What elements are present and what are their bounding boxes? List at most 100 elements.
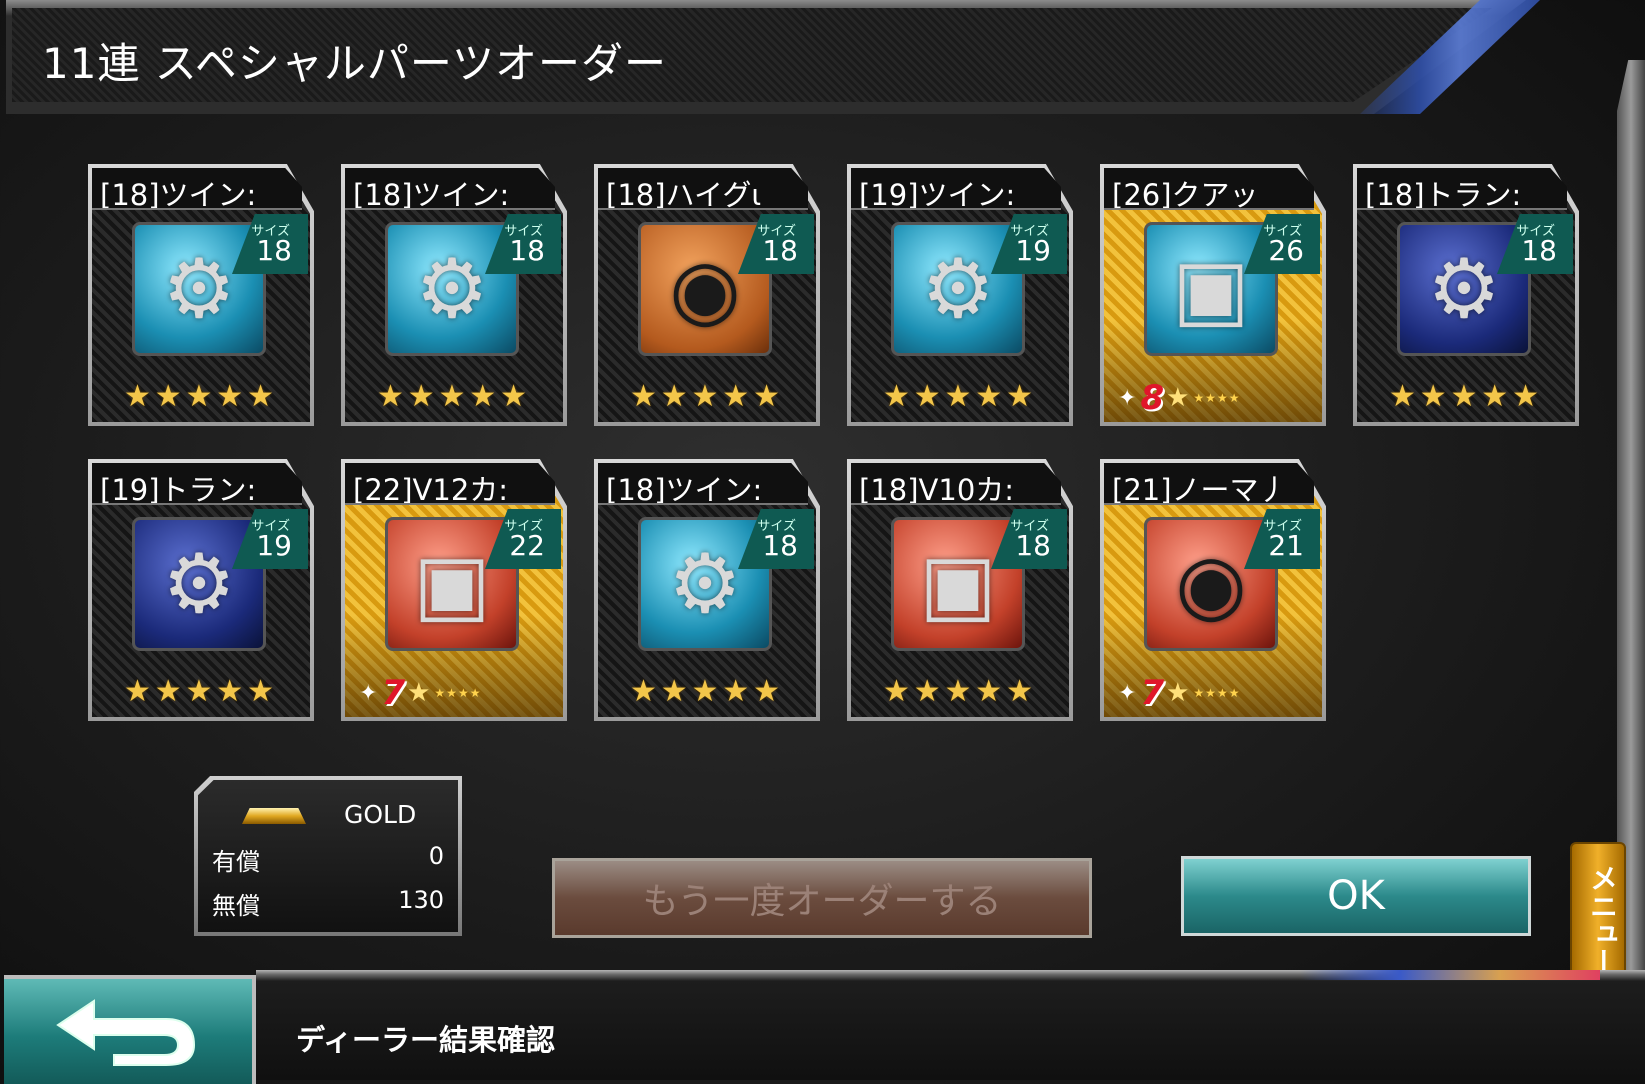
part-card[interactable]: [19]トラン: ⚙ サイズ 19 ★ ★ ★ ★ ★ (88, 459, 314, 721)
star-icon: ★ (124, 379, 151, 414)
part-name-bar: [18]ハイグι (598, 168, 808, 210)
sparkle-icon: ✦ (359, 680, 378, 706)
back-arrow-icon (56, 999, 196, 1066)
size-value: 18 (1521, 234, 1557, 267)
gold-title: GOLD (344, 800, 417, 829)
part-name: [18]V10カ: (859, 473, 1015, 505)
menu-label: メニュー (1586, 864, 1619, 976)
star-icon: ★ (913, 379, 941, 414)
star-icon: ★ (630, 379, 657, 414)
size-value: 18 (762, 234, 798, 267)
star-icon: ★ (883, 674, 910, 709)
star-icon: ★ (154, 674, 182, 709)
star-icon: ★ (247, 379, 274, 414)
gold-free-row: 無償 130 (212, 886, 444, 921)
part-name: [26]クアッ (1112, 178, 1259, 210)
star-icon: ★ (500, 379, 527, 414)
tire-icon-glyph: ◉ (669, 241, 741, 337)
star-icon: ★ (377, 379, 404, 414)
star-icon: ★ (1419, 379, 1447, 414)
part-name-bar: [21]ノーマ丿 (1104, 463, 1314, 505)
rarity-stars: ★ ★ ★ ★ ★ (630, 382, 780, 412)
ok-button[interactable]: OK (1181, 856, 1531, 936)
star-icon: ★ (1166, 678, 1190, 708)
part-card[interactable]: [18]ツイン: ⚙ サイズ 18 ★ ★ ★ ★ ★ (88, 164, 314, 426)
part-name-bar: [18]ツイン: (92, 168, 302, 210)
star-icon: ★ (944, 379, 972, 414)
rarity-stars: ★ ★ ★ ★ ★ (124, 677, 274, 707)
twin-turbo-icon-glyph: ⚙ (668, 536, 742, 632)
star-icon: ★ (913, 674, 941, 709)
part-name: [18]トラン: (1365, 178, 1522, 210)
part-name-bar: [18]ツイン: (598, 463, 808, 505)
size-value: 18 (1015, 529, 1051, 562)
rarity-stars: ★ ★ ★ ★ ★ (1389, 382, 1539, 412)
part-card[interactable]: [18]V10カ: ▣ サイズ 18 ★ ★ ★ ★ ★ (847, 459, 1073, 721)
part-name-bar: [18]ツイン: (345, 168, 555, 210)
part-name: [22]V12カ: (353, 473, 509, 505)
part-card[interactable]: [18]ハイグι ◉ サイズ 18 ★ ★ ★ ★ ★ (594, 164, 820, 426)
part-name-bar: [18]V10カ: (851, 463, 1061, 505)
star-icon: ★ (691, 379, 719, 414)
star-icon: ★ (1006, 674, 1033, 709)
part-card[interactable]: [18]ツイン: ⚙ サイズ 18 ★ ★ ★ ★ ★ (594, 459, 820, 721)
size-value: 26 (1268, 234, 1304, 267)
gold-paid-value: 0 (428, 842, 444, 870)
rarity-rank: ✦ 8 ★ ★★★★ (1118, 378, 1308, 418)
gold-bar-icon (242, 808, 306, 824)
star-icon: ★ (124, 674, 151, 709)
rarity-stars: ★ ★ ★ ★ ★ (124, 382, 274, 412)
part-name: [18]ツイン: (606, 473, 763, 505)
part-card[interactable]: [19]ツイン: ⚙ サイズ 19 ★ ★ ★ ★ ★ (847, 164, 1073, 426)
part-name: [19]トラン: (100, 473, 257, 505)
gold-paid-label: 有償 (212, 848, 260, 876)
star-icon: ★ (630, 674, 657, 709)
part-name: [18]ツイン: (353, 178, 510, 210)
size-value: 19 (256, 529, 292, 562)
rank-number: 7 (381, 673, 406, 713)
star-icon: ★ (216, 379, 244, 414)
part-card[interactable]: [18]ツイン: ⚙ サイズ 18 ★ ★ ★ ★ ★ (341, 164, 567, 426)
part-name: [18]ツイン: (100, 178, 257, 210)
twin-turbo-icon-glyph: ⚙ (415, 241, 489, 337)
mini-stars-icon: ★★★★ (434, 686, 482, 700)
engine-icon-glyph: ▣ (1172, 241, 1250, 337)
rarity-stars: ★ ★ ★ ★ ★ (883, 677, 1033, 707)
star-icon: ★ (469, 379, 497, 414)
star-icon: ★ (1006, 379, 1033, 414)
star-icon: ★ (753, 379, 780, 414)
star-icon: ★ (438, 379, 466, 414)
part-name-bar: [19]トラン: (92, 463, 302, 505)
part-name-bar: [18]トラン: (1357, 168, 1567, 210)
part-card[interactable]: [26]クアッ ▣ サイズ 26 ✦ 8 ★ ★★★★ (1100, 164, 1326, 426)
transmission-icon-glyph: ⚙ (162, 536, 236, 632)
star-icon: ★ (247, 674, 274, 709)
transmission-icon-glyph: ⚙ (1427, 241, 1501, 337)
star-icon: ★ (407, 379, 435, 414)
size-value: 21 (1268, 529, 1304, 562)
gold-free-label: 無償 (212, 892, 260, 920)
size-value: 18 (256, 234, 292, 267)
gold-balance-inner: GOLD 有償 0 無償 130 (198, 780, 458, 932)
part-card[interactable]: [18]トラン: ⚙ サイズ 18 ★ ★ ★ ★ ★ (1353, 164, 1579, 426)
star-icon: ★ (154, 379, 182, 414)
part-name-bar: [22]V12カ: (345, 463, 555, 505)
star-icon: ★ (1166, 383, 1190, 413)
star-icon: ★ (722, 379, 750, 414)
mini-stars-icon: ★★★★ (1193, 686, 1241, 700)
back-button[interactable] (4, 975, 256, 1084)
gold-balance-panel: GOLD 有償 0 無償 130 (194, 776, 462, 936)
sparkle-icon: ✦ (1118, 680, 1137, 706)
star-icon: ★ (216, 674, 244, 709)
rarity-stars: ★ ★ ★ ★ ★ (883, 382, 1033, 412)
part-card[interactable]: [22]V12カ: ▣ サイズ 22 ✦ 7 ★ ★★★★ (341, 459, 567, 721)
gold-paid-row: 有償 0 (212, 842, 444, 877)
star-icon: ★ (660, 674, 688, 709)
tire-icon-glyph: ◉ (1175, 536, 1247, 632)
screen-title: ディーラー結果確認 (296, 1023, 555, 1057)
size-value: 18 (509, 234, 545, 267)
part-card[interactable]: [21]ノーマ丿 ◉ サイズ 21 ✦ 7 ★ ★★★★ (1100, 459, 1326, 721)
star-icon: ★ (753, 674, 780, 709)
order-again-button[interactable]: もう一度オーダーする (552, 858, 1092, 938)
part-name: [18]ハイグι (606, 178, 762, 210)
